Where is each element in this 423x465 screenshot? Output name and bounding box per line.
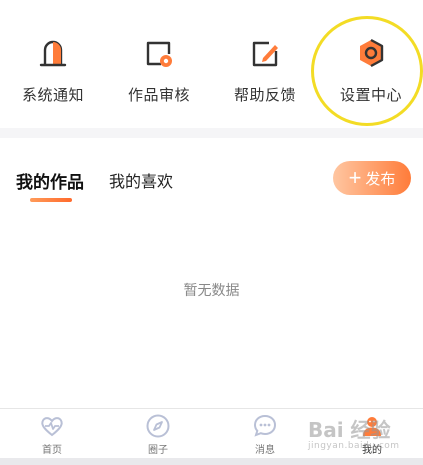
tabbar-item-home[interactable]: 首页: [22, 413, 82, 456]
works-section: 我的作品 我的喜欢 + 发布 暂无数据: [0, 138, 423, 408]
bottom-strip: [0, 458, 423, 465]
baidu-jingyan-watermark: Bai 经验 jingyan.baidu.com: [308, 414, 418, 458]
menu-item-label: 系统通知: [21, 87, 84, 104]
bell-icon: [39, 40, 67, 67]
menu-item-system-notice[interactable]: 系统通知: [0, 28, 106, 118]
heart-pulse-icon: [41, 417, 63, 437]
tabbar-label: 首页: [42, 445, 62, 456]
tab-my-likes[interactable]: 我的喜欢: [109, 168, 173, 192]
active-tab-indicator: [30, 198, 72, 202]
tabbar-item-messages[interactable]: 消息: [235, 413, 295, 456]
tabbar-item-circle[interactable]: 圈子: [128, 413, 188, 456]
publish-label: 发布: [365, 170, 396, 188]
watermark-text: Bai 经验: [308, 418, 391, 442]
chat-bubble-icon: [253, 414, 277, 437]
menu-item-label: 设置中心: [339, 87, 402, 104]
review-icon: [146, 41, 172, 67]
menu-item-help-feedback[interactable]: 帮助反馈: [212, 28, 318, 118]
edit-feedback-icon: [252, 41, 278, 67]
top-menu: 系统通知 作品审核 帮助反馈 设置中心: [0, 0, 423, 128]
compass-icon: [146, 414, 170, 438]
tab-my-works[interactable]: 我的作品: [16, 168, 84, 193]
menu-item-label: 帮助反馈: [233, 87, 296, 104]
empty-state-text: 暂无数据: [183, 282, 240, 298]
publish-button[interactable]: + 发布: [333, 161, 411, 195]
tabbar-label: 消息: [255, 445, 275, 456]
tabbar-label: 圈子: [148, 445, 168, 456]
menu-item-settings-center[interactable]: 设置中心: [318, 28, 423, 118]
gear-icon: [360, 38, 384, 68]
menu-item-works-review[interactable]: 作品审核: [106, 28, 212, 118]
watermark-subtext: jingyan.baidu.com: [308, 441, 400, 451]
menu-item-label: 作品审核: [127, 87, 190, 104]
plus-icon: +: [348, 165, 362, 190]
section-divider: [0, 128, 423, 138]
